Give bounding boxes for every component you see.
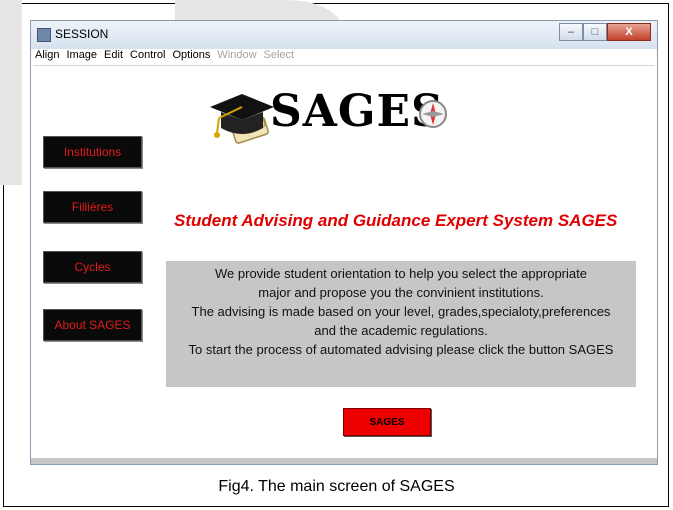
- sages-start-button[interactable]: SAGES: [343, 408, 431, 436]
- sages-logo: SAGES: [205, 85, 447, 155]
- filieres-button-label: Filliéres: [71, 200, 114, 214]
- menu-options[interactable]: Options: [172, 49, 210, 65]
- description-line: major and propose you the convinient ins…: [258, 285, 544, 300]
- window-bottom-bar: [31, 458, 657, 464]
- description-panel: We provide student orientation to help y…: [166, 261, 636, 387]
- description-line: We provide student orientation to help y…: [215, 266, 587, 281]
- menu-select: Select: [263, 49, 295, 61]
- compass-icon: [419, 100, 447, 128]
- menu-align[interactable]: Align: [35, 49, 59, 65]
- title-bar[interactable]: SESSION – □ X: [31, 21, 657, 49]
- filieres-button[interactable]: Filliéres: [43, 191, 142, 223]
- menu-bar: Align Image Edit Control Options Window …: [33, 49, 655, 65]
- minimize-button[interactable]: –: [559, 23, 583, 41]
- menu-edit[interactable]: Edit: [104, 49, 123, 65]
- window-title: SESSION: [55, 27, 109, 41]
- menu-control[interactable]: Control: [130, 49, 165, 65]
- institutions-button[interactable]: Institutions: [43, 136, 142, 168]
- sages-start-button-label: SAGES: [369, 416, 405, 428]
- close-button[interactable]: X: [607, 23, 651, 41]
- window-controls: – □ X: [559, 23, 651, 43]
- app-icon: [37, 28, 51, 42]
- menu-image[interactable]: Image: [66, 49, 97, 65]
- figure-caption: Fig4. The main screen of SAGES: [218, 478, 455, 495]
- cycles-button-label: Cycles: [74, 260, 111, 274]
- institutions-button-label: Institutions: [63, 145, 122, 159]
- system-heading: Student Advising and Guidance Expert Sys…: [174, 211, 618, 230]
- description-line: The advising is made based on your level…: [191, 304, 611, 319]
- description-line: and the academic regulations.: [314, 323, 488, 338]
- graduation-cap-icon: [210, 94, 274, 144]
- cycles-button[interactable]: Cycles: [43, 251, 142, 283]
- about-sages-button-label: About SAGES: [54, 318, 131, 332]
- menu-window: Window: [217, 49, 257, 61]
- description-line: To start the process of automated advisi…: [188, 342, 614, 357]
- about-sages-button[interactable]: About SAGES: [43, 309, 142, 341]
- maximize-button[interactable]: □: [583, 23, 607, 41]
